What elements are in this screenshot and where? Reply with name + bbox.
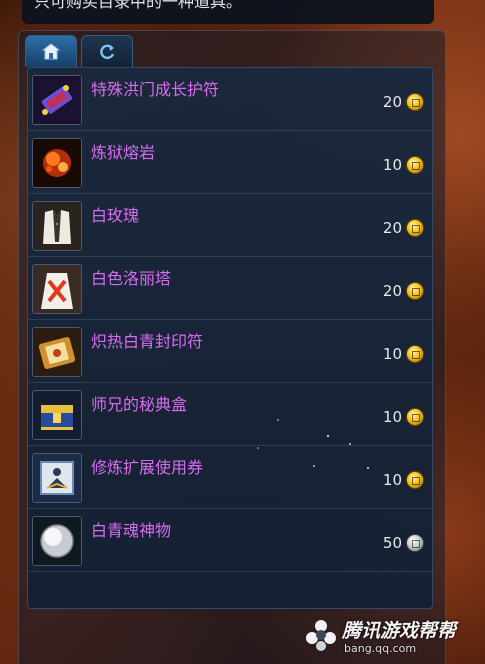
gold-coin-icon <box>406 345 424 363</box>
soul-orb-icon <box>33 517 81 565</box>
list-item[interactable]: 白玫瑰 20 <box>28 194 432 257</box>
gold-coin-icon <box>406 282 424 300</box>
item-icon-frame <box>32 327 82 377</box>
item-price: 50 <box>382 534 402 552</box>
watermark-title: 腾讯游戏帮帮 <box>342 620 457 642</box>
item-price: 20 <box>382 93 402 111</box>
list-item[interactable]: 白青魂神物 50 <box>28 509 432 572</box>
gold-coin-icon <box>406 471 424 489</box>
item-price: 10 <box>382 471 402 489</box>
list-item[interactable]: 师兄的秘典盒 10 <box>28 383 432 446</box>
item-price: 20 <box>382 282 402 300</box>
item-name: 炼狱熔岩 <box>91 143 156 162</box>
item-name: 白青魂神物 <box>91 521 172 540</box>
tab-refresh[interactable] <box>81 35 133 67</box>
item-name: 修炼扩展使用券 <box>91 458 204 477</box>
shop-icon <box>41 42 61 59</box>
list-item[interactable]: 炽热白青封印符 10 <box>28 320 432 383</box>
charm-icon <box>33 76 81 124</box>
gold-coin-icon <box>406 408 424 426</box>
item-name: 白色洛丽塔 <box>91 269 172 288</box>
item-name: 特殊洪门成长护符 <box>91 80 220 99</box>
tab-shop[interactable] <box>25 35 77 67</box>
header-text: 只可购买目录中的一种道具。 <box>34 0 243 10</box>
refresh-icon <box>100 44 115 59</box>
watermark: 腾讯游戏帮帮 bang.qq.com <box>304 612 479 660</box>
item-price: 20 <box>382 219 402 237</box>
list-item[interactable]: 修炼扩展使用券 10 <box>28 446 432 509</box>
gold-coin-icon <box>406 156 424 174</box>
item-icon-frame <box>32 453 82 503</box>
lava-icon <box>33 139 81 187</box>
item-icon-frame <box>32 201 82 251</box>
item-icon-frame <box>32 138 82 188</box>
item-price: 10 <box>382 408 402 426</box>
shop-panel: 特殊洪门成长护符 20 炼狱熔岩 10 白玫瑰 20 白色洛丽塔 20 炽热白青… <box>18 30 446 664</box>
gold-coin-icon <box>406 93 424 111</box>
item-icon-frame <box>32 75 82 125</box>
bangbang-logo-icon <box>306 620 336 651</box>
header-bar: 只可购买目录中的一种道具。 <box>22 0 434 24</box>
white-suit-icon <box>33 202 81 250</box>
list-item[interactable]: 炼狱熔岩 10 <box>28 131 432 194</box>
gold-coin-icon <box>406 219 424 237</box>
item-price: 10 <box>382 345 402 363</box>
lolita-dress-icon <box>33 265 81 313</box>
item-name: 白玫瑰 <box>91 206 140 225</box>
training-ticket-icon <box>33 454 81 502</box>
item-list: 特殊洪门成长护符 20 炼狱熔岩 10 白玫瑰 20 白色洛丽塔 20 炽热白青… <box>27 67 433 609</box>
watermark-url: bang.qq.com <box>344 642 417 655</box>
seal-charm-icon <box>33 328 81 376</box>
item-icon-frame <box>32 390 82 440</box>
list-item[interactable]: 特殊洪门成长护符 20 <box>28 68 432 131</box>
item-icon-frame <box>32 516 82 566</box>
treasure-box-icon <box>33 391 81 439</box>
item-icon-frame <box>32 264 82 314</box>
list-item[interactable]: 白色洛丽塔 20 <box>28 257 432 320</box>
item-price: 10 <box>382 156 402 174</box>
silver-coin-icon <box>406 534 424 552</box>
item-name: 师兄的秘典盒 <box>91 395 188 414</box>
item-name: 炽热白青封印符 <box>91 332 204 351</box>
